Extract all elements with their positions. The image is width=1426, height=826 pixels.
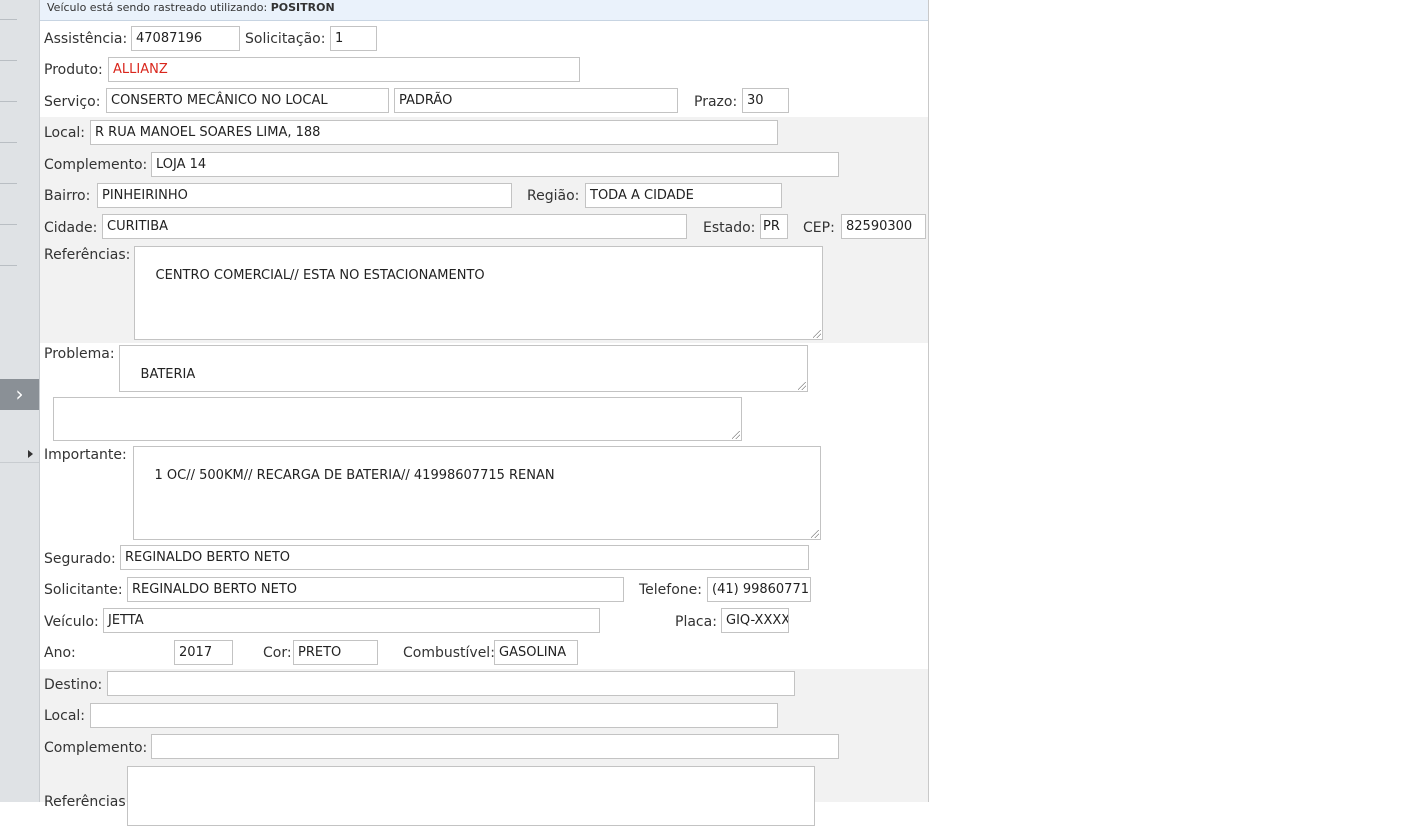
sidebar-divider bbox=[0, 224, 17, 225]
solicitacao-field[interactable]: 1 bbox=[330, 26, 377, 51]
prazo-label: Prazo: bbox=[694, 94, 738, 110]
problema-label: Problema: bbox=[44, 346, 115, 362]
produto-label: Produto: bbox=[44, 62, 103, 78]
servico-field[interactable]: CONSERTO MECÂNICO NO LOCAL bbox=[106, 88, 389, 113]
assistencia-label: Assistência: bbox=[44, 31, 128, 47]
telefone-label: Telefone: bbox=[639, 582, 702, 598]
servico-type-field[interactable]: PADRÃO bbox=[394, 88, 678, 113]
bairro-field[interactable]: PINHEIRINHO bbox=[97, 183, 512, 208]
resize-grip-icon[interactable] bbox=[732, 431, 740, 439]
referencias-text: CENTRO COMERCIAL// ESTA NO ESTACIONAMENT… bbox=[155, 268, 485, 283]
importante-text: 1 OC// 500KM// RECARGA DE BATERIA// 4199… bbox=[154, 468, 555, 483]
cidade-field[interactable]: CURITIBA bbox=[102, 214, 687, 239]
veiculo-label: Veículo: bbox=[44, 614, 99, 630]
problema-textarea[interactable]: BATERIA bbox=[119, 345, 808, 392]
cep-label: CEP: bbox=[803, 220, 835, 236]
segurado-label: Segurado: bbox=[44, 551, 116, 567]
combustivel-field[interactable]: GASOLINA bbox=[494, 640, 578, 665]
resize-grip-icon[interactable] bbox=[811, 530, 819, 538]
ano-label: Ano: bbox=[44, 645, 76, 661]
prazo-field[interactable]: 30 bbox=[742, 88, 789, 113]
local-field[interactable]: R RUA MANOEL SOARES LIMA, 188 bbox=[90, 120, 778, 145]
cor-field[interactable]: PRETO bbox=[293, 640, 378, 665]
problema-detail-textarea[interactable] bbox=[53, 397, 742, 441]
local-label: Local: bbox=[44, 125, 86, 141]
assistencia-field[interactable]: 47087196 bbox=[131, 26, 240, 51]
destino-local-label: Local: bbox=[44, 708, 86, 724]
destino-field[interactable] bbox=[107, 671, 795, 696]
sidebar-divider bbox=[0, 265, 17, 266]
sidebar-divider bbox=[0, 462, 39, 463]
referencias-textarea[interactable]: CENTRO COMERCIAL// ESTA NO ESTACIONAMENT… bbox=[134, 246, 823, 340]
cor-label: Cor: bbox=[263, 645, 292, 661]
cidade-label: Cidade: bbox=[44, 220, 98, 236]
solicitante-label: Solicitante: bbox=[44, 582, 123, 598]
tracking-info-bar: Veículo está sendo rastreado utilizando:… bbox=[40, 0, 928, 21]
destino-referencias-label: Referências: bbox=[44, 794, 131, 810]
resize-grip-icon[interactable] bbox=[813, 330, 821, 338]
sidebar-divider bbox=[0, 60, 17, 61]
sidebar-divider bbox=[0, 19, 17, 20]
destino-complemento-label: Complemento: bbox=[44, 740, 148, 756]
ano-field[interactable]: 2017 bbox=[174, 640, 233, 665]
service-form-panel: Veículo está sendo rastreado utilizando:… bbox=[40, 0, 929, 826]
telefone-field[interactable]: (41) 998607715 bbox=[707, 577, 811, 602]
complemento-label: Complemento: bbox=[44, 157, 148, 173]
destino-referencias-textarea[interactable] bbox=[127, 766, 815, 826]
placa-field[interactable]: GIQ-XXXX bbox=[721, 608, 789, 633]
bairro-label: Bairro: bbox=[44, 188, 91, 204]
chevron-right-icon: › bbox=[15, 382, 24, 406]
sidebar-expand-button[interactable]: › bbox=[0, 379, 39, 410]
servico-label: Serviço: bbox=[44, 94, 101, 110]
tracking-provider: POSITRON bbox=[270, 1, 335, 14]
sidebar-divider bbox=[0, 101, 17, 102]
complemento-field[interactable]: LOJA 14 bbox=[151, 152, 839, 177]
estado-label: Estado: bbox=[703, 220, 756, 236]
destino-local-field[interactable] bbox=[90, 703, 778, 728]
destino-label: Destino: bbox=[44, 677, 103, 693]
left-sidebar: › bbox=[0, 0, 40, 802]
importante-textarea[interactable]: 1 OC// 500KM// RECARGA DE BATERIA// 4199… bbox=[133, 446, 821, 540]
placa-label: Placa: bbox=[675, 614, 717, 630]
importante-label: Importante: bbox=[44, 447, 127, 463]
regiao-field[interactable]: TODA A CIDADE bbox=[585, 183, 782, 208]
problema-text: BATERIA bbox=[140, 367, 196, 382]
cep-field[interactable]: 82590300 bbox=[841, 214, 926, 239]
estado-field[interactable]: PR bbox=[760, 214, 788, 239]
referencias-label: Referências: bbox=[44, 247, 131, 263]
segurado-field[interactable]: REGINALDO BERTO NETO bbox=[120, 545, 809, 570]
tracking-prefix: Veículo está sendo rastreado utilizando: bbox=[47, 1, 268, 14]
solicitante-field[interactable]: REGINALDO BERTO NETO bbox=[127, 577, 624, 602]
regiao-label: Região: bbox=[527, 188, 580, 204]
resize-grip-icon[interactable] bbox=[798, 382, 806, 390]
produto-field[interactable]: ALLIANZ bbox=[108, 57, 580, 82]
sidebar-divider bbox=[0, 142, 17, 143]
caret-right-icon bbox=[28, 450, 33, 458]
veiculo-field[interactable]: JETTA bbox=[103, 608, 600, 633]
combustivel-label: Combustível: bbox=[403, 645, 495, 661]
solicitacao-label: Solicitação: bbox=[245, 31, 326, 47]
sidebar-divider bbox=[0, 183, 17, 184]
destino-complemento-field[interactable] bbox=[151, 734, 839, 759]
